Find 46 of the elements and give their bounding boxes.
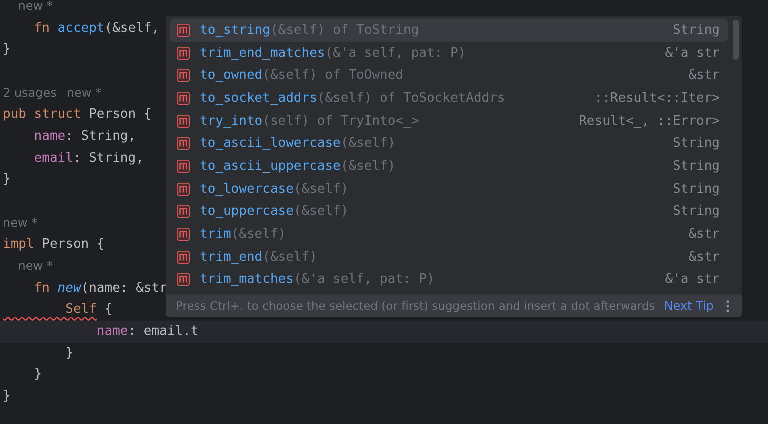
completion-item[interactable]: to_socket_addrs(&self) of ToSocketAddrs ::Result<::Iter> <box>170 87 728 110</box>
code-line: } <box>3 42 11 58</box>
code-line: name: email.t <box>96 324 199 339</box>
code-line: email: String, <box>33 150 144 166</box>
code-line: name: String, <box>33 128 136 144</box>
completion-item[interactable]: trim_end_matches(&'a self, pat: P) &'a str <box>170 42 728 64</box>
method-icon <box>177 273 190 286</box>
completion-item[interactable]: trim_end(&self) &str <box>170 246 728 269</box>
method-icon <box>177 24 190 37</box>
next-tip-link[interactable]: Next Tip <box>664 299 714 313</box>
completion-item[interactable]: to_ascii_uppercase(&self) String <box>170 155 728 178</box>
scrollbar-thumb[interactable] <box>733 20 739 60</box>
method-icon <box>177 228 190 242</box>
inlay-hint[interactable]: new * <box>3 216 38 230</box>
code-line: impl Person { <box>3 237 105 252</box>
inlay-hint[interactable]: new * <box>66 86 102 100</box>
inlay-hint[interactable]: new * <box>3 258 53 273</box>
code-line: pub struct Person { <box>3 107 152 122</box>
tip-text: Press Ctrl+. to choose the selected (or first) suggestion and insert a dot afterwards <box>176 299 656 313</box>
method-icon <box>177 205 190 218</box>
method-icon <box>177 250 190 264</box>
completion-item[interactable]: to_string(&self) of ToString String <box>170 19 728 42</box>
method-icon <box>177 160 190 173</box>
method-icon <box>177 69 190 82</box>
completion-item[interactable]: to_ascii_lowercase(&self) String <box>170 132 728 156</box>
code-line: Self { <box>64 302 113 318</box>
method-icon <box>177 114 190 128</box>
code-line: } <box>3 172 11 188</box>
method-icon <box>177 137 190 150</box>
code-line: } <box>64 346 74 360</box>
completion-item[interactable]: to_uppercase(&self) String <box>170 200 728 224</box>
completion-item[interactable]: trim(&self) &str <box>170 223 728 246</box>
code-line: fn accept(&self, <box>33 20 160 36</box>
inlay-hint[interactable]: 2 usages <box>3 86 57 100</box>
code-line: fn new(name: &str <box>33 280 168 296</box>
method-icon <box>177 92 190 105</box>
method-icon <box>177 46 190 60</box>
code-line: } <box>3 388 11 404</box>
completion-item[interactable]: to_lowercase(&self) String <box>170 178 728 200</box>
more-options-icon[interactable] <box>726 300 730 312</box>
completion-item[interactable]: try_into(self) of TryInto<_> Result<_, ::Error> <box>170 110 728 132</box>
code-line: } <box>33 367 42 382</box>
completion-item[interactable]: to_owned(&self) of ToOwned &str <box>170 64 728 88</box>
inlay-hint[interactable]: new * <box>3 0 53 13</box>
completion-item[interactable]: trim_matches(&'a self, pat: P) &'a str <box>170 268 728 292</box>
method-icon <box>177 182 190 196</box>
